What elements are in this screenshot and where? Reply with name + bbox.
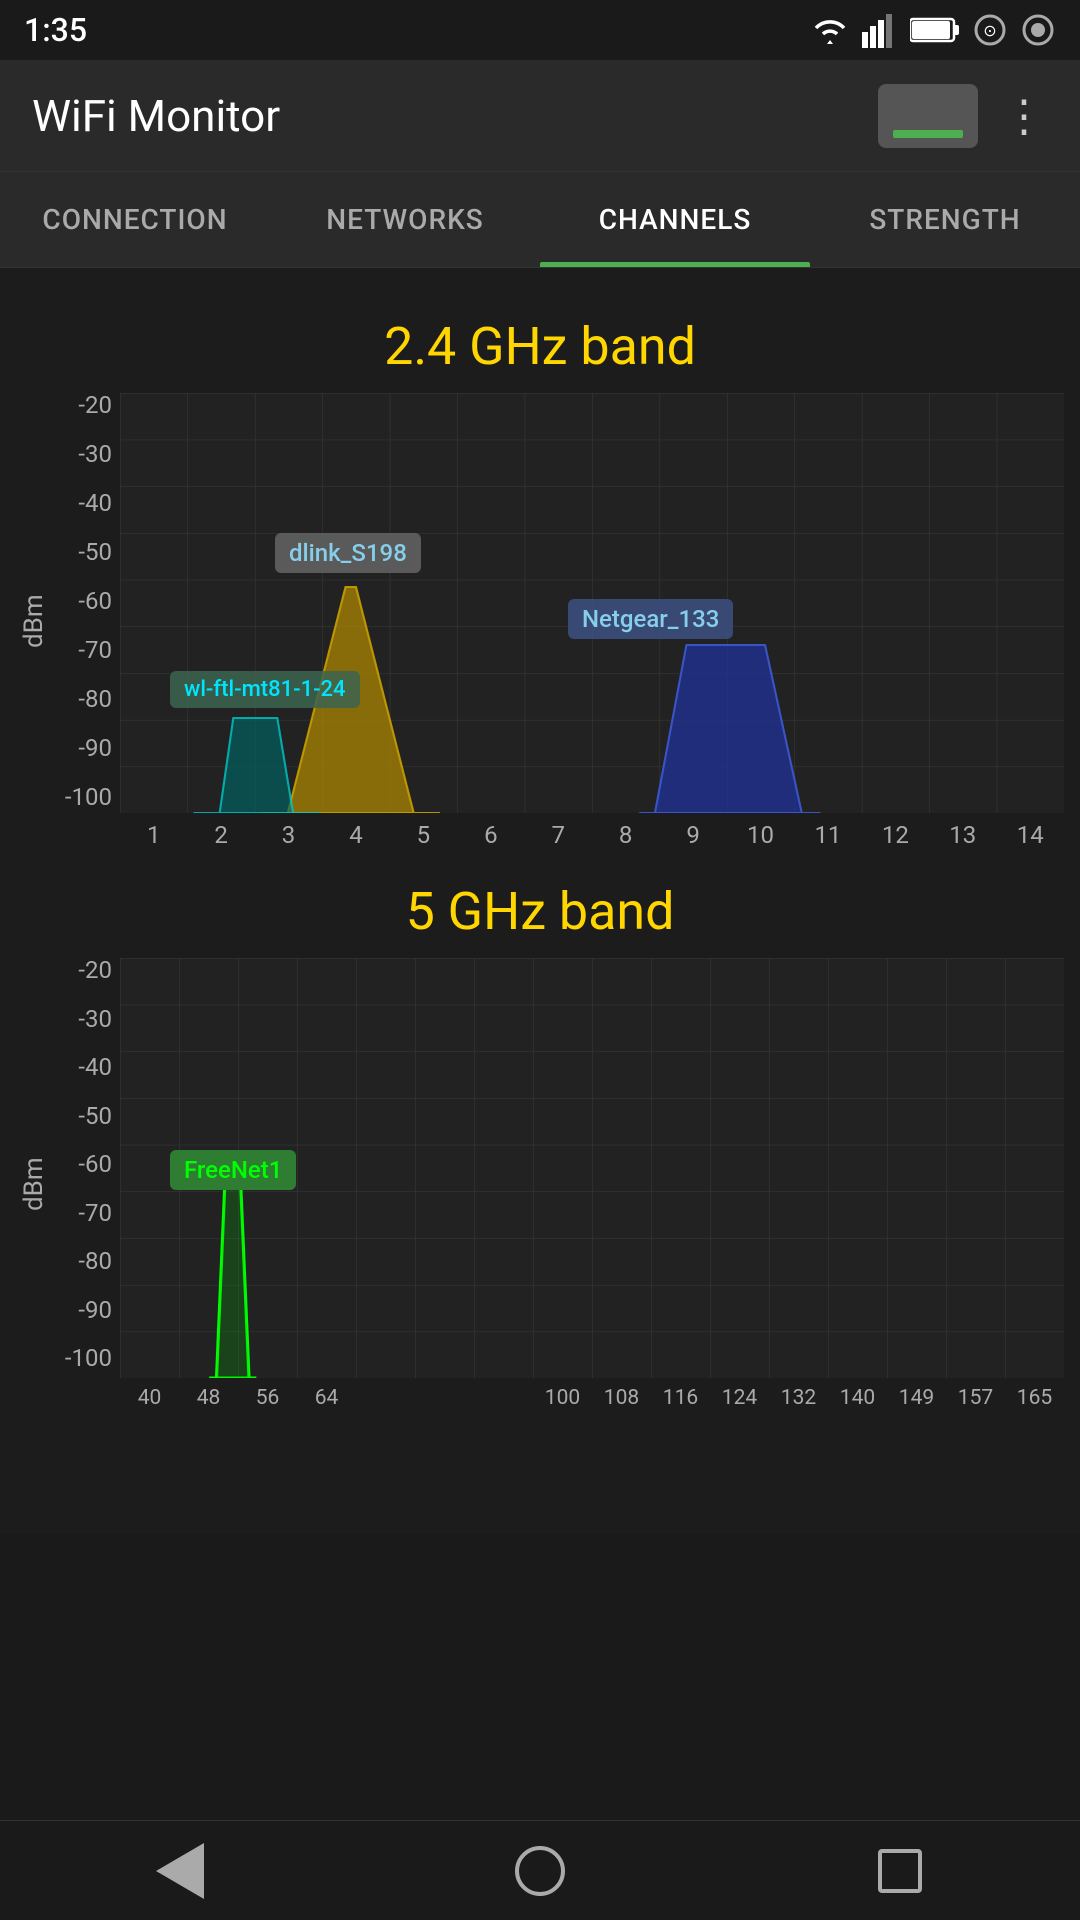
x-tick: 140 — [828, 1386, 887, 1410]
y-tick: -60 — [78, 589, 112, 613]
x-tick: 48 — [179, 1386, 238, 1410]
y-axis-5: -20 -30 -40 -50 -60 -70 -80 -90 -100 — [60, 958, 120, 1370]
x-tick: 6 — [457, 821, 524, 849]
x-tick: 5 — [390, 821, 457, 849]
back-icon — [156, 1843, 204, 1899]
y-tick: -60 — [78, 1152, 112, 1176]
network-label-wlftl: wl-ftl-mt81-1-24 — [170, 671, 360, 708]
y-tick: -50 — [78, 1104, 112, 1128]
y-tick: -40 — [78, 491, 112, 515]
chart-area-5: dBm -20 -30 -40 -50 -60 -70 -80 -90 -100 — [16, 958, 1064, 1410]
y-tick: -90 — [78, 1298, 112, 1322]
app-title: WiFi Monitor — [32, 90, 280, 142]
chart-inner-5: -20 -30 -40 -50 -60 -70 -80 -90 -100 — [60, 958, 1064, 1410]
x-tick: 2 — [187, 821, 254, 849]
x-tick — [415, 1386, 474, 1410]
y-tick: -70 — [78, 1201, 112, 1225]
tab-connection[interactable]: CONNECTION — [0, 172, 270, 267]
y-tick: -20 — [78, 958, 112, 982]
x-tick: 124 — [710, 1386, 769, 1410]
more-options-icon[interactable]: ⋮ — [1002, 94, 1048, 138]
network-label-dlink: dlink_S198 — [275, 533, 421, 573]
y-tick: -20 — [78, 393, 112, 417]
x-tick: 4 — [322, 821, 389, 849]
toolbar-screenshot-button[interactable] — [878, 84, 978, 148]
x-tick: 9 — [659, 821, 726, 849]
x-tick: 100 — [533, 1386, 592, 1410]
x-tick: 1 — [120, 821, 187, 849]
chart-plot-5: FreeNet1 — [120, 958, 1064, 1378]
svg-text:⊙: ⊙ — [983, 21, 996, 40]
x-tick: 40 — [120, 1386, 179, 1410]
y-tick: -80 — [78, 687, 112, 711]
y-axis-label-24: dBm — [16, 393, 52, 849]
y-tick: -50 — [78, 540, 112, 564]
x-tick: 108 — [592, 1386, 651, 1410]
x-tick: 3 — [255, 821, 322, 849]
app-bar: WiFi Monitor ⋮ — [0, 60, 1080, 172]
x-tick: 64 — [297, 1386, 356, 1410]
x-tick: 8 — [592, 821, 659, 849]
x-tick: 12 — [862, 821, 929, 849]
x-tick: 13 — [929, 821, 996, 849]
chart-plot-24: dlink_S198 Netgear_133 wl-ftl-mt81-1-24 — [120, 393, 1064, 813]
signal-icon — [862, 12, 898, 48]
y-tick: -100 — [65, 1346, 112, 1370]
nav-recent-button[interactable] — [850, 1841, 950, 1901]
recent-icon — [878, 1849, 922, 1893]
nav-back-button[interactable] — [130, 1841, 230, 1901]
x-tick: 10 — [727, 821, 794, 849]
notif-icon-1: ⊙ — [972, 12, 1008, 48]
y-tick: -70 — [78, 638, 112, 662]
x-tick: 14 — [996, 821, 1063, 849]
x-tick: 56 — [238, 1386, 297, 1410]
network-label-netgear: Netgear_133 — [568, 599, 733, 639]
x-tick: 149 — [887, 1386, 946, 1410]
y-tick: -40 — [78, 1055, 112, 1079]
x-tick: 116 — [651, 1386, 710, 1410]
x-tick: 11 — [794, 821, 861, 849]
x-tick — [356, 1386, 415, 1410]
network-label-freenet1: FreeNet1 — [170, 1150, 296, 1190]
y-axis-label-5: dBm — [16, 958, 52, 1410]
band-24ghz-title: 2.4 GHz band — [16, 316, 1064, 377]
tab-channels[interactable]: CHANNELS — [540, 172, 810, 267]
y-tick: -30 — [78, 1007, 112, 1031]
content-area: 2.4 GHz band dBm -20 -30 -40 -50 -60 -70… — [0, 268, 1080, 1534]
tab-strength[interactable]: STRENGTH — [810, 172, 1080, 267]
status-time: 1:35 — [24, 11, 87, 49]
tab-networks[interactable]: NETWORKS — [270, 172, 540, 267]
y-tick: -80 — [78, 1249, 112, 1273]
band-24ghz-container: 2.4 GHz band dBm -20 -30 -40 -50 -60 -70… — [16, 316, 1064, 849]
home-icon — [515, 1846, 565, 1896]
y-tick: -100 — [65, 785, 112, 809]
x-axis-24: 1 2 3 4 5 6 7 8 9 10 11 12 13 14 — [120, 813, 1064, 849]
wifi-icon — [810, 12, 850, 48]
y-axis-24: -20 -30 -40 -50 -60 -70 -80 -90 -100 — [60, 393, 120, 809]
tab-bar: CONNECTION NETWORKS CHANNELS STRENGTH — [0, 172, 1080, 268]
x-tick: 132 — [769, 1386, 828, 1410]
x-tick — [474, 1386, 533, 1410]
band-5ghz-container: 5 GHz band dBm -20 -30 -40 -50 -60 -70 -… — [16, 881, 1064, 1410]
status-icons: ⊙ — [810, 12, 1056, 48]
battery-icon — [910, 15, 960, 45]
y-tick: -30 — [78, 442, 112, 466]
x-tick: 7 — [525, 821, 592, 849]
nav-home-button[interactable] — [490, 1841, 590, 1901]
chart-inner-24: -20 -30 -40 -50 -60 -70 -80 -90 -100 — [60, 393, 1064, 849]
status-bar: 1:35 ⊙ — [0, 0, 1080, 60]
nav-bar — [0, 1820, 1080, 1920]
y-tick: -90 — [78, 736, 112, 760]
x-axis-5: 40 48 56 64 100 108 116 124 132 140 149 … — [120, 1378, 1064, 1410]
x-tick: 157 — [946, 1386, 1005, 1410]
x-tick: 165 — [1005, 1386, 1064, 1410]
toolbar-green-bar — [893, 130, 963, 138]
chart-area-24: dBm -20 -30 -40 -50 -60 -70 -80 -90 -100 — [16, 393, 1064, 849]
notif-icon-2 — [1020, 12, 1056, 48]
app-bar-actions: ⋮ — [878, 84, 1048, 148]
band-5ghz-title: 5 GHz band — [16, 881, 1064, 942]
